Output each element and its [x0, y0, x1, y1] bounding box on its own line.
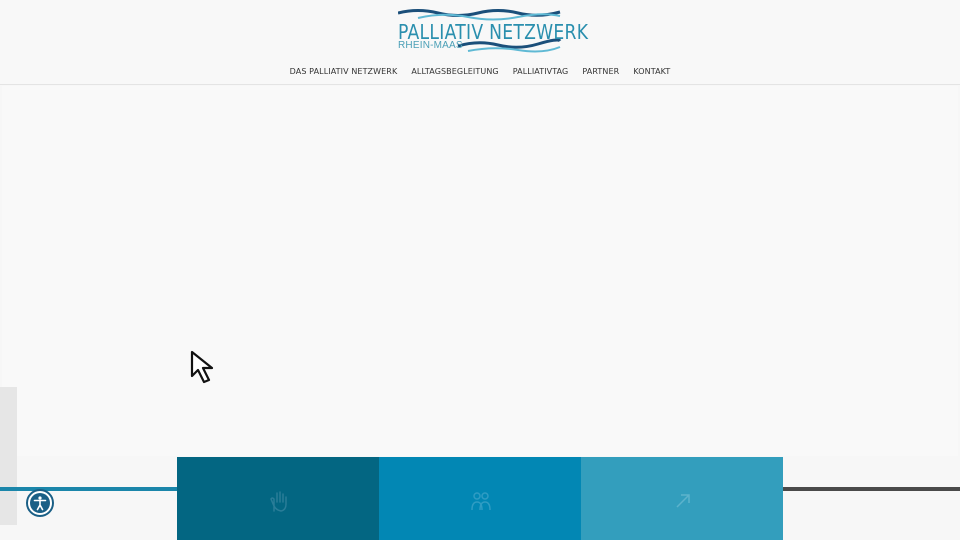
feature-tile-2[interactable] [379, 457, 581, 540]
accessibility-icon [30, 493, 50, 513]
nav-item-das-palliativ-netzwerk[interactable]: DAS PALLIATIV NETZWERK [290, 67, 398, 76]
hero-area [2, 86, 958, 456]
main-navigation: DAS PALLIATIV NETZWERK ALLTAGSBEGLEITUNG… [0, 67, 960, 76]
nav-item-alltagsbegleitung[interactable]: ALLTAGSBEGLEITUNG [411, 67, 498, 76]
site-logo[interactable]: PALLIATIV NETZWERK RHEIN-MAAS [398, 6, 588, 54]
divider-line-left [0, 487, 178, 491]
feature-tile-1[interactable] [177, 457, 379, 540]
hand-icon [268, 489, 290, 513]
feature-tile-3[interactable] [581, 457, 783, 540]
nav-item-palliativtag[interactable]: PALLIATIVTAG [513, 67, 569, 76]
logo-subtitle: RHEIN-MAAS [398, 40, 463, 51]
mouse-pointer-icon [190, 350, 224, 393]
side-tab[interactable] [0, 387, 17, 525]
feature-tiles [177, 457, 783, 540]
divider-line-right [782, 487, 960, 491]
arrow-icon [672, 489, 694, 513]
people-icon [470, 489, 492, 513]
site-header: PALLIATIV NETZWERK RHEIN-MAAS DAS PALLIA… [0, 0, 960, 85]
nav-item-kontakt[interactable]: KONTAKT [633, 67, 670, 76]
nav-item-partner[interactable]: PARTNER [582, 67, 619, 76]
accessibility-button[interactable] [26, 489, 54, 517]
